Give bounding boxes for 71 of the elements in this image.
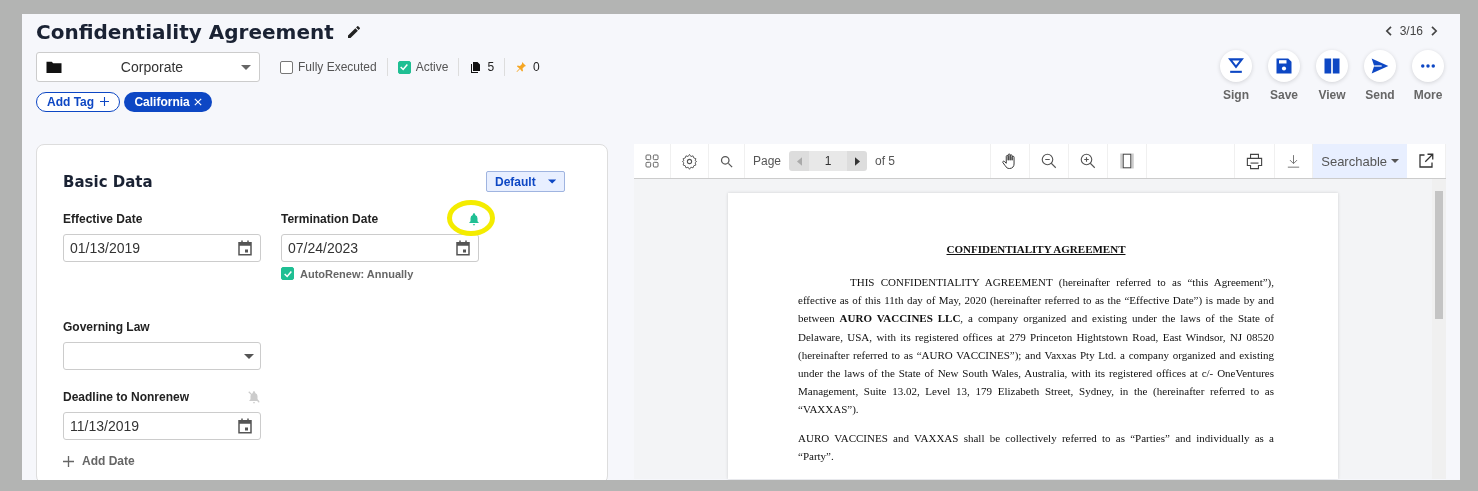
tag-chip[interactable]: California	[124, 92, 212, 112]
field-label: Governing Law	[63, 320, 150, 334]
select-field[interactable]	[63, 342, 261, 370]
action-label: Sign	[1223, 88, 1249, 102]
zoom-out-icon[interactable]	[1040, 152, 1059, 170]
layout-dropdown[interactable]: Default	[486, 171, 565, 192]
grid-icon[interactable]	[644, 153, 660, 169]
left-triangle-icon	[796, 156, 802, 166]
sign-icon	[1226, 56, 1246, 76]
field-label: Termination Date	[281, 212, 379, 226]
date-field[interactable]: 11/13/2019	[63, 412, 261, 440]
pencil-icon[interactable]	[345, 24, 362, 40]
page-number-field[interactable]: 1	[809, 151, 848, 171]
field-label: Deadline to Nonrenew	[63, 390, 190, 404]
search-icon[interactable]	[719, 153, 734, 169]
more-icon	[1421, 64, 1435, 68]
plus-icon	[63, 455, 74, 467]
settings-icon[interactable]	[681, 152, 698, 170]
section-title: Basic Data	[63, 172, 153, 191]
send-action-button[interactable]	[1364, 50, 1396, 82]
documents-icon	[469, 61, 482, 73]
next-icon[interactable]	[1431, 26, 1438, 36]
caret-icon	[244, 353, 254, 359]
scrollbar[interactable]	[1432, 179, 1446, 479]
more-action-button[interactable]	[1412, 50, 1444, 82]
view-action-button[interactable]	[1316, 50, 1348, 82]
zoom-in-icon[interactable]	[1079, 152, 1098, 170]
previous-icon[interactable]	[1384, 26, 1392, 36]
record-counter: 3/16	[1399, 24, 1423, 38]
send-icon	[1370, 56, 1390, 76]
status-checkbox[interactable]: Fully Executed	[280, 60, 377, 74]
page-label: Page	[752, 154, 783, 168]
save-action-button[interactable]	[1268, 50, 1300, 82]
action-label: Send	[1365, 88, 1395, 102]
count-label: 0	[533, 60, 540, 74]
count-label: 5	[487, 60, 495, 74]
caret-icon	[241, 64, 251, 70]
add-tag-button[interactable]: Add Tag	[36, 92, 121, 112]
document-heading: CONFIDENTIALITY AGREEMENT	[945, 243, 1127, 255]
right-triangle-icon	[854, 156, 860, 166]
action-label: More	[1413, 88, 1443, 102]
checkmark-icon	[282, 268, 293, 279]
columns-icon	[1322, 56, 1342, 76]
date-field[interactable]: 01/13/2019	[63, 234, 261, 262]
action-label: View	[1318, 88, 1346, 102]
print-icon[interactable]	[1245, 151, 1265, 171]
pin-icon	[515, 61, 528, 73]
document-paragraph: THIS CONFIDENTIALITY AGREEMENT (hereinafter referred to as “this Agreement”), effective as of this 11th day of May, 2020 (hereinafter referred to as the “Effective Date”) is made by and between AURO VACCINES LLC, a company organized and existing under the laws of the State of Delaware, USA, with its registered offices at 279 Princeton Hightstown Road, East Windsor, NJ 08520 (hereinafter referred to as “AURO VACCINES”); and Vaxxas Pty Ltd. a company organized and existing under the laws of the State of New South Wales, Australia, with its registered offices at c/- OneVentures Management, Suite 13.02, Level 13, 179 Elizabeth Street, Sydney, in the (hereinafter referred to as “VAXXAS”).	[798, 275, 1274, 418]
action-label: Save	[1270, 88, 1298, 102]
document-title: Confidentiality Agreement	[36, 20, 334, 44]
status-checkbox[interactable]: Active	[397, 60, 449, 74]
sign-action-button[interactable]	[1220, 50, 1252, 82]
caret-icon	[1391, 159, 1399, 163]
add-date-button[interactable]: Add Date	[63, 454, 135, 468]
save-icon	[1274, 56, 1294, 76]
field-label: Effective Date	[63, 212, 143, 226]
folder-select[interactable]: Corporate	[36, 52, 260, 82]
autorenew-checkbox[interactable]: AutoRenew: Annually	[281, 267, 479, 280]
close-icon[interactable]	[193, 98, 202, 106]
mode-dropdown[interactable]: Searchable	[1313, 144, 1407, 178]
page-total: of 5	[874, 154, 897, 168]
document-paragraph: AURO VACCINES and VAXXAS shall be collectively referred to as “Parties” and individually as a “Party”.	[798, 430, 1274, 464]
calendar-icon	[236, 239, 254, 257]
plus-icon	[100, 97, 110, 106]
caret-icon	[547, 179, 556, 184]
date-field[interactable]: 07/24/2023	[281, 234, 479, 262]
external-link-icon[interactable]	[1417, 152, 1435, 170]
calendar-icon	[454, 239, 472, 257]
checkmark-icon	[399, 62, 410, 72]
page-fit-icon[interactable]	[1118, 152, 1137, 170]
calendar-icon	[236, 417, 254, 435]
